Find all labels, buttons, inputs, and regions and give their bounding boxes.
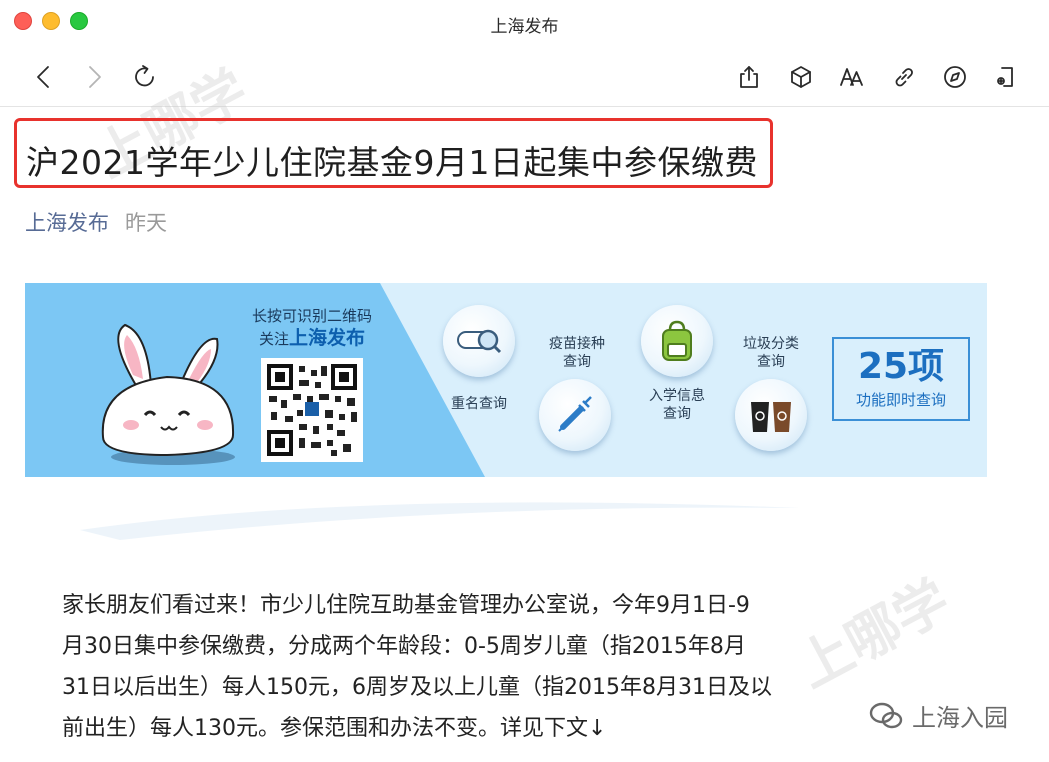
body-line: 月30日集中参保缴费，分成两个年龄段：0-5周岁儿童（指2015年8月 <box>62 634 746 659</box>
text-size-icon <box>840 68 863 86</box>
qr-caption: 长按可识别二维码 关注上海发布 <box>241 305 383 350</box>
school-info-label: 入学信息 查询 <box>637 387 717 423</box>
mobile-options-icon <box>997 67 1013 87</box>
syringe-icon <box>558 396 592 432</box>
qr-caption-account: 上海发布 <box>289 327 366 349</box>
rename-search-label: 重名查询 <box>451 396 507 412</box>
browser-toolbar <box>0 48 1049 106</box>
share-icon <box>740 66 758 88</box>
share-button[interactable] <box>733 61 765 93</box>
body-line: 家长朋友们看过来！市少儿住院互助基金管理办公室说，今年9月1日-9 <box>62 593 750 618</box>
minimize-window-button[interactable] <box>42 12 60 30</box>
article-body: 家长朋友们看过来！市少儿住院互助基金管理办公室说，今年9月1日-9 月30日集中… <box>62 585 872 749</box>
open-in-browser-button[interactable] <box>939 61 971 93</box>
chevron-left-icon <box>37 66 49 88</box>
close-window-button[interactable] <box>14 12 32 30</box>
feature-count-text: 功能即时查询 <box>855 391 946 409</box>
back-button[interactable] <box>28 61 60 93</box>
school-info-label-line1: 入学信息 <box>649 388 705 404</box>
wechat-icon <box>869 702 903 728</box>
more-options-button[interactable] <box>990 61 1022 93</box>
window-titlebar: 上海发布 <box>0 0 1049 48</box>
garbage-sort-label-line2: 查询 <box>757 354 785 370</box>
qr-caption-line1: 长按可识别二维码 <box>251 307 372 325</box>
vaccine-label-line1: 疫苗接种 <box>549 336 605 352</box>
cube-button[interactable] <box>785 61 817 93</box>
vaccine-feature[interactable] <box>539 379 611 451</box>
article-time: 昨天 <box>125 211 167 235</box>
id-search-icon <box>457 329 502 354</box>
link-icon <box>895 68 913 87</box>
backpack-icon <box>662 320 692 361</box>
reload-icon <box>135 65 154 87</box>
compass-icon <box>944 66 966 88</box>
vaccine-label: 疫苗接种 查询 <box>539 335 615 371</box>
body-line: 前出生）每人130元。参保范围和办法不变。详见下文↓ <box>62 716 607 741</box>
garbage-sort-feature[interactable] <box>735 379 807 451</box>
qr-code[interactable] <box>261 358 363 462</box>
garbage-sort-label: 垃圾分类 查询 <box>733 335 809 371</box>
qr-caption-prefix: 关注 <box>258 330 289 348</box>
reload-button[interactable] <box>129 61 161 93</box>
cube-icon <box>791 66 811 88</box>
text-size-button[interactable] <box>836 61 868 93</box>
article-source-link[interactable]: 上海发布 <box>25 207 109 237</box>
toolbar-divider <box>0 106 1049 107</box>
window-controls <box>14 12 88 30</box>
trash-bins-icon <box>751 402 791 432</box>
body-line: 31日以后出生）每人150元，6周岁及以上儿童（指2015年8月31日及以 <box>62 675 772 700</box>
school-info-label-line2: 查询 <box>663 406 691 422</box>
article-title: 沪2021学年少儿住院基金9月1日起集中参保缴费 <box>26 143 758 182</box>
zoom-window-button[interactable] <box>70 12 88 30</box>
chevron-right-icon <box>89 66 101 88</box>
vaccine-label-line2: 查询 <box>563 354 591 370</box>
feature-count-box: 25项 功能即时查询 <box>832 337 970 421</box>
article-meta: 上海发布 昨天 <box>25 207 167 237</box>
qr-code-icon <box>267 364 357 456</box>
feature-count-number: 25项 <box>857 346 945 387</box>
qr-caption-line2: 关注上海发布 <box>241 327 383 350</box>
bunny-mascot-icon <box>101 323 235 465</box>
copy-link-button[interactable] <box>888 61 920 93</box>
brand-watermark-text: 上海入园 <box>912 704 1008 732</box>
rename-search-feature[interactable] <box>443 305 515 377</box>
window-title: 上海发布 <box>490 16 559 37</box>
brand-watermark: 上海入园 <box>868 698 1008 733</box>
forward-button[interactable] <box>78 61 110 93</box>
promo-banner[interactable]: 长按可识别二维码 关注上海发布 重名查询 疫苗接种 查询 入学信息 查询 垃圾分… <box>25 283 987 477</box>
garbage-sort-label-line1: 垃圾分类 <box>743 336 799 352</box>
decorative-swirl <box>80 502 800 540</box>
school-info-feature[interactable] <box>641 305 713 377</box>
